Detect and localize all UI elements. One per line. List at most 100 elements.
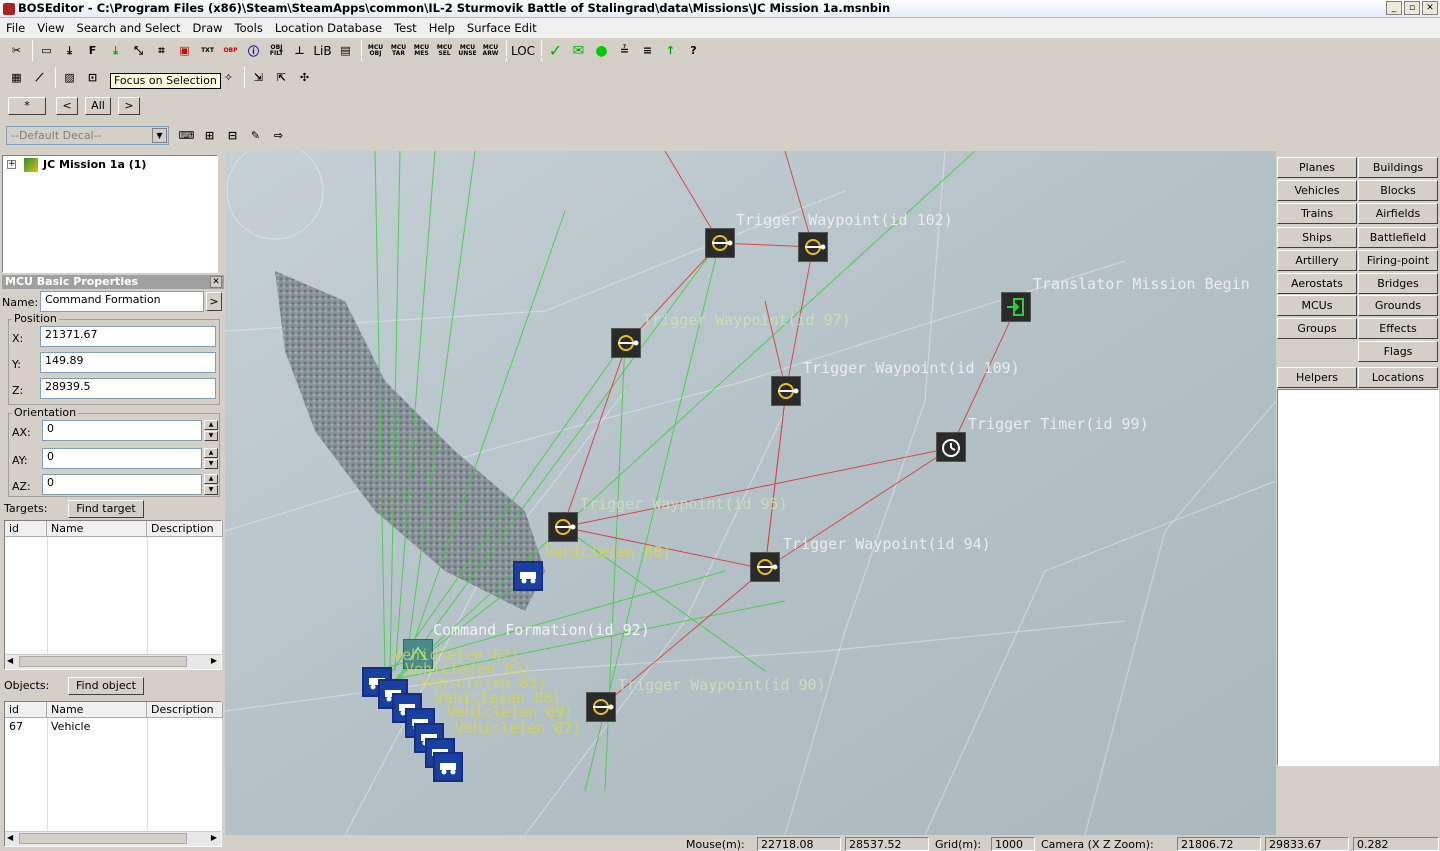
star-button[interactable]: * <box>8 97 46 115</box>
next-button[interactable]: > <box>118 97 140 115</box>
planes-button[interactable]: Planes <box>1277 157 1357 178</box>
waypoint-icon[interactable] <box>548 512 578 542</box>
battlefield-button[interactable]: Battlefield <box>1358 227 1438 248</box>
all-button[interactable]: All <box>85 97 111 115</box>
ships-button[interactable]: Ships <box>1277 227 1357 248</box>
name-more-button[interactable]: > <box>206 292 222 311</box>
buildings-button[interactable]: Buildings <box>1358 157 1438 178</box>
cut-icon[interactable]: ✂ <box>6 40 27 61</box>
snap-icon[interactable]: ✣ <box>294 67 315 88</box>
menu-surface-edit[interactable]: Surface Edit <box>461 21 543 35</box>
txt-icon[interactable]: TXT <box>197 40 218 61</box>
obj-filt-icon[interactable]: OBJ FILT <box>266 40 287 61</box>
close-icon[interactable]: ✕ <box>210 276 222 288</box>
tree-root-label[interactable]: JC Mission 1a (1) <box>43 158 146 171</box>
keyboard-icon[interactable]: ⌨ <box>176 125 197 146</box>
help-icon[interactable]: ? <box>683 40 704 61</box>
locations-button[interactable]: Locations <box>1358 367 1438 388</box>
star-path-icon[interactable]: ✧ <box>218 67 239 88</box>
waypoint-icon[interactable] <box>611 328 641 358</box>
waypoint-icon[interactable] <box>586 692 616 722</box>
obp-icon[interactable]: OBP <box>220 40 241 61</box>
mcu-arw-button[interactable]: MCU ARW <box>480 40 501 61</box>
ay-spinner[interactable]: ▲ ▼ <box>204 448 218 469</box>
spin-down-icon[interactable]: ▼ <box>204 459 218 469</box>
minimize-button[interactable]: _ <box>1386 1 1402 15</box>
artillery-button[interactable]: Artillery <box>1277 250 1357 271</box>
expand-icon[interactable]: + <box>7 160 16 169</box>
menu-file[interactable]: File <box>0 21 31 35</box>
move-group-icon[interactable]: ⇱ <box>271 67 292 88</box>
mcu-unse-button[interactable]: MCU UNSE <box>457 40 478 61</box>
table-row[interactable]: 67 Vehicle <box>5 719 221 735</box>
spin-up-icon[interactable]: ▲ <box>204 474 218 484</box>
vehicle-icon[interactable] <box>513 561 543 591</box>
effects-button[interactable]: Effects <box>1358 318 1438 339</box>
aerostats-button[interactable]: Aerostats <box>1277 273 1357 294</box>
move-icon[interactable]: ⇲ <box>248 67 269 88</box>
airfields-button[interactable]: Airfields <box>1358 203 1438 224</box>
col-id-header[interactable]: id <box>5 521 47 537</box>
maximize-button[interactable]: ▫ <box>1404 1 1420 15</box>
prev-button[interactable]: < <box>56 97 78 115</box>
spin-down-icon[interactable]: ▼ <box>204 485 218 495</box>
waypoint-icon[interactable] <box>750 552 780 582</box>
scroll-left-icon[interactable]: ◀ <box>7 656 13 665</box>
az-spinner[interactable]: ▲ ▼ <box>204 474 218 495</box>
helpers-button[interactable]: Helpers <box>1277 367 1357 388</box>
align-icon[interactable]: ⊥ <box>289 40 310 61</box>
library-list[interactable] <box>1277 389 1439 766</box>
menu-draw[interactable]: Draw <box>186 21 228 35</box>
arrow-up-icon[interactable]: ↑ <box>660 40 681 61</box>
z-field[interactable]: 28939.5 <box>40 378 216 399</box>
flags-button[interactable]: Flags <box>1358 341 1438 362</box>
vehicles-button[interactable]: Vehicles <box>1277 180 1357 201</box>
grid-icon[interactable]: ⌗ <box>151 40 172 61</box>
menu-location-database[interactable]: Location Database <box>269 21 388 35</box>
spin-down-icon[interactable]: ▼ <box>204 431 218 441</box>
timer-icon[interactable] <box>936 432 966 462</box>
mcu-sel-button[interactable]: MCU SEL <box>434 40 455 61</box>
bp-icon[interactable]: ▤ <box>335 40 356 61</box>
blocks-button[interactable]: Blocks <box>1358 180 1438 201</box>
scroll-right-icon[interactable]: ▶ <box>211 656 217 665</box>
objects-table[interactable]: id Name Description 67 Vehicle ◀ ▶ <box>4 701 223 847</box>
trains-button[interactable]: Trains <box>1277 203 1357 224</box>
menu-search-select[interactable]: Search and Select <box>71 21 187 35</box>
y-field[interactable]: 149.89 <box>40 352 216 373</box>
grounds-button[interactable]: Grounds <box>1358 295 1438 316</box>
close-button[interactable]: ✕ <box>1422 1 1438 15</box>
objects-hscrollbar[interactable]: ◀ ▶ <box>5 831 221 846</box>
name-field[interactable]: Command Formation <box>40 291 204 312</box>
col-desc-header[interactable]: Description <box>147 702 223 718</box>
checker-icon[interactable]: ▦ <box>6 67 27 88</box>
targets-hscrollbar[interactable]: ◀ ▶ <box>5 654 221 669</box>
scroll-right-icon[interactable]: ▶ <box>211 833 217 842</box>
path-icon[interactable]: ⟋ <box>29 67 50 88</box>
ax-spinner[interactable]: ▲ ▼ <box>204 420 218 441</box>
menu-test[interactable]: Test <box>388 21 423 35</box>
bridges-button[interactable]: Bridges <box>1358 273 1438 294</box>
decal-select[interactable]: --Default Decal-- ▼ <box>6 126 169 145</box>
scroll-thumb[interactable] <box>19 833 187 844</box>
targets-table[interactable]: id Name Description ◀ ▶ <box>4 520 223 670</box>
spin-up-icon[interactable]: ▲ <box>204 420 218 430</box>
dot-icon[interactable]: ● <box>591 40 612 61</box>
f-icon[interactable]: F <box>82 40 103 61</box>
mission-tree[interactable]: + JC Mission 1a (1) <box>2 155 218 273</box>
download-icon[interactable]: ⤓ <box>59 40 80 61</box>
focus-selection-icon[interactable]: ⊡ <box>82 67 103 88</box>
frame-icon[interactable]: ▣ <box>174 40 195 61</box>
spin-up-icon[interactable]: ▲ <box>204 448 218 458</box>
xz-icon[interactable]: ⤡ <box>128 40 149 61</box>
map-view[interactable]: Trigger Waypoint(id 102) Trigger Waypoin… <box>225 151 1276 835</box>
mcu-mes-button[interactable]: MCU MES <box>411 40 432 61</box>
az-field[interactable]: 0 <box>42 474 202 495</box>
firing-point-button[interactable]: Firing-point <box>1358 250 1438 271</box>
picture-icon[interactable]: ▨ <box>59 67 80 88</box>
lib-button[interactable]: LiB <box>312 40 333 61</box>
ground-icon[interactable]: ⤓ <box>105 40 126 61</box>
find-object-button[interactable]: Find object <box>68 677 144 695</box>
scroll-left-icon[interactable]: ◀ <box>7 833 13 842</box>
mcu-tar-button[interactable]: MCU TAR <box>388 40 409 61</box>
